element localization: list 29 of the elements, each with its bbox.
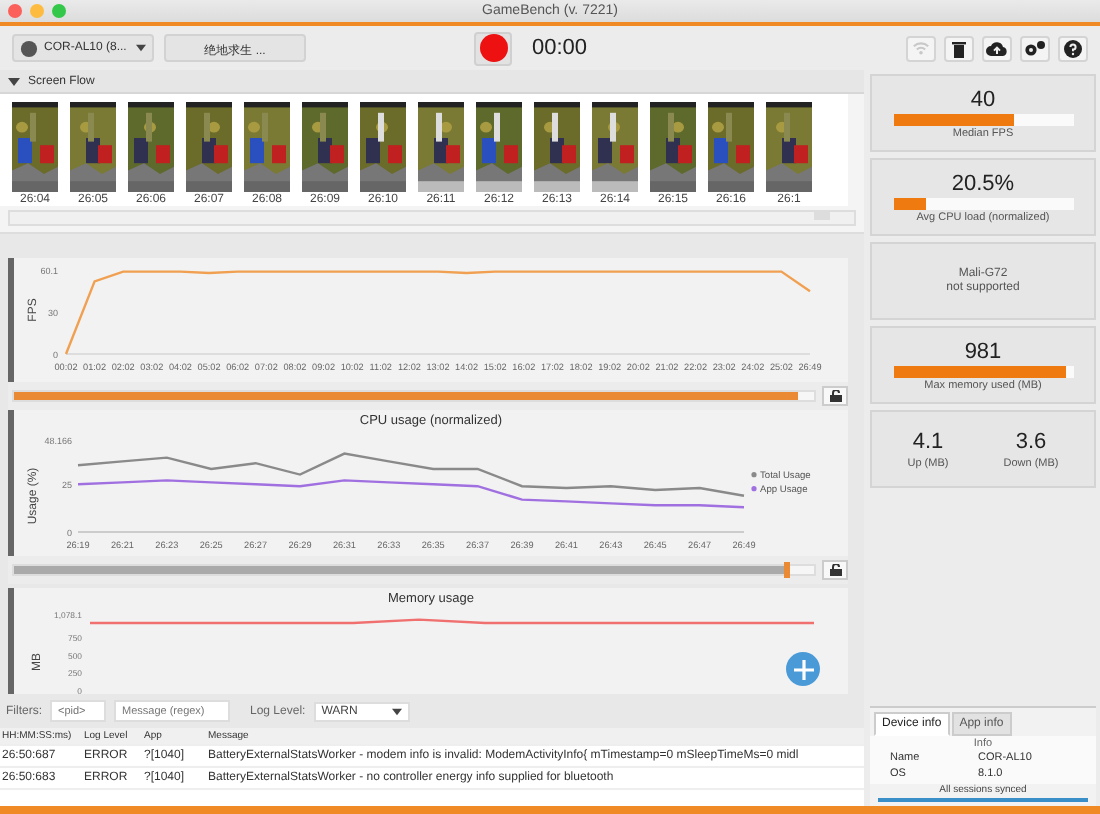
caret-icon xyxy=(136,44,146,52)
help-icon xyxy=(1064,39,1082,57)
lock-button[interactable] xyxy=(822,386,848,406)
lock-icon xyxy=(829,564,841,576)
trash-button[interactable] xyxy=(944,35,974,61)
add-button[interactable] xyxy=(786,652,820,686)
cloud-button[interactable] xyxy=(982,35,1012,61)
caret-icon xyxy=(391,707,402,715)
device-icon xyxy=(20,39,38,57)
stat-value: 4.1 xyxy=(912,429,944,453)
lock-icon xyxy=(829,390,841,402)
wifi-icon xyxy=(912,40,930,56)
settings-icon xyxy=(1024,39,1046,57)
lock-button[interactable] xyxy=(822,560,848,580)
range-slider[interactable] xyxy=(12,390,816,402)
help-button[interactable] xyxy=(1058,35,1088,61)
stat-value: 3.6 xyxy=(1015,429,1047,453)
timer: 00:00 xyxy=(532,36,588,60)
trash-icon xyxy=(952,39,966,57)
record-button[interactable] xyxy=(474,31,512,65)
collapse-arrow-icon[interactable] xyxy=(8,75,20,87)
record-icon xyxy=(479,34,507,62)
cloud-upload-icon xyxy=(986,40,1008,56)
range-slider[interactable] xyxy=(12,564,816,576)
settings-button[interactable] xyxy=(1020,35,1050,61)
stat-value: 20.5% xyxy=(951,171,1015,195)
plus-icon xyxy=(793,659,813,679)
stat-value: 40 xyxy=(970,87,996,111)
stat-value: 981 xyxy=(964,339,1002,363)
